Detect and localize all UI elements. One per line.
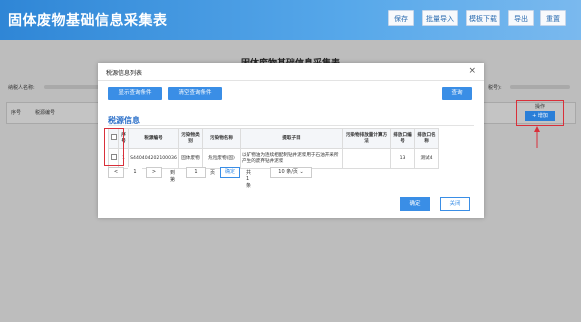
cell-sub-item: 以矿物油为连续相配制钻井泥浆用于石油开采所产生的废弃钻井泥浆 bbox=[240, 148, 343, 169]
modal-header: 税源信息列表 × bbox=[98, 63, 484, 81]
save-button[interactable]: 保存 bbox=[388, 10, 414, 26]
th-source-no: 税源编号 bbox=[128, 128, 179, 149]
page-size-value: 10 条/页 bbox=[278, 169, 298, 175]
operation-label: 操作 bbox=[534, 104, 545, 110]
total-count: 共 1 条 bbox=[246, 170, 252, 189]
th-outlet-no: 排放口编号 bbox=[390, 128, 415, 149]
cell-outlet-name: 测试4 bbox=[414, 148, 439, 169]
clear-query-button[interactable]: 清空查询条件 bbox=[168, 87, 222, 100]
app-title: 固体废物基础信息采集表 bbox=[8, 13, 168, 29]
col-source-no: 税源编号 bbox=[35, 110, 56, 116]
export-button[interactable]: 导出 bbox=[508, 10, 534, 26]
operation-column: 操作 + 增加 bbox=[516, 100, 564, 126]
th-method: 污染物排放量计算方法 bbox=[342, 128, 391, 149]
batch-import-button[interactable]: 批量导入 bbox=[422, 10, 458, 26]
page-size-select[interactable]: 10 条/页 ⌄ bbox=[270, 167, 312, 178]
goto-label: 到第 bbox=[170, 170, 176, 183]
taxpayer-value-blurred bbox=[44, 85, 100, 89]
show-query-button[interactable]: 显示查询条件 bbox=[108, 87, 162, 100]
col-index: 序号 bbox=[11, 110, 22, 116]
current-page[interactable]: 1 bbox=[128, 167, 142, 178]
table-row[interactable]: 1 S440404202100036 固体废物 危险废物(固) 以矿物油为连续相… bbox=[108, 148, 439, 169]
prev-page-button[interactable]: < bbox=[108, 167, 124, 178]
add-button[interactable]: + 增加 bbox=[525, 111, 555, 121]
template-download-button[interactable]: 模板下载 bbox=[466, 10, 500, 26]
tax-id-label: 税号): bbox=[488, 85, 502, 91]
cell-outlet-no: 13 bbox=[390, 148, 415, 169]
app-header: 固体废物基础信息采集表 保存 批量导入 模板下载 导出 重置 bbox=[0, 0, 581, 40]
checkbox-highlight bbox=[104, 128, 124, 166]
ok-button[interactable]: 确定 bbox=[400, 197, 430, 211]
cell-name: 危险废物(固) bbox=[202, 148, 241, 169]
next-page-button[interactable]: > bbox=[146, 167, 162, 178]
taxpayer-label: 纳税人名称: bbox=[8, 85, 35, 91]
cell-method bbox=[342, 148, 391, 169]
chevron-down-icon: ⌄ bbox=[299, 169, 304, 175]
th-name: 污染物名称 bbox=[202, 128, 241, 149]
section-divider bbox=[108, 125, 474, 126]
table-header-row: 序号 税源编号 污染物类别 污染物名称 提取子目 污染物排放量计算方法 排放口编… bbox=[108, 128, 439, 149]
th-category: 污染物类别 bbox=[178, 128, 203, 149]
close-button[interactable]: 关闭 bbox=[440, 197, 470, 211]
tax-source-modal: 税源信息列表 × 显示查询条件 清空查询条件 查询 税源信息 序号 税源编号 污… bbox=[98, 63, 484, 218]
page-unit-label: 页 bbox=[210, 170, 216, 176]
tax-source-table: 序号 税源编号 污染物类别 污染物名称 提取子目 污染物排放量计算方法 排放口编… bbox=[108, 128, 439, 169]
close-icon[interactable]: × bbox=[468, 66, 476, 76]
modal-title: 税源信息列表 bbox=[106, 70, 143, 77]
annotation-arrow-icon bbox=[534, 126, 540, 148]
goto-confirm-button[interactable]: 确定 bbox=[220, 167, 240, 178]
th-sub-item: 提取子目 bbox=[240, 128, 343, 149]
th-outlet-name: 排放口名称 bbox=[414, 128, 439, 149]
goto-page-input[interactable]: 1 bbox=[186, 167, 206, 178]
cell-category: 固体废物 bbox=[178, 148, 203, 169]
reset-button[interactable]: 重置 bbox=[540, 10, 566, 26]
cell-source-no: S440404202100036 bbox=[128, 148, 179, 169]
tax-id-value-blurred bbox=[510, 85, 570, 89]
query-button[interactable]: 查询 bbox=[442, 87, 472, 100]
